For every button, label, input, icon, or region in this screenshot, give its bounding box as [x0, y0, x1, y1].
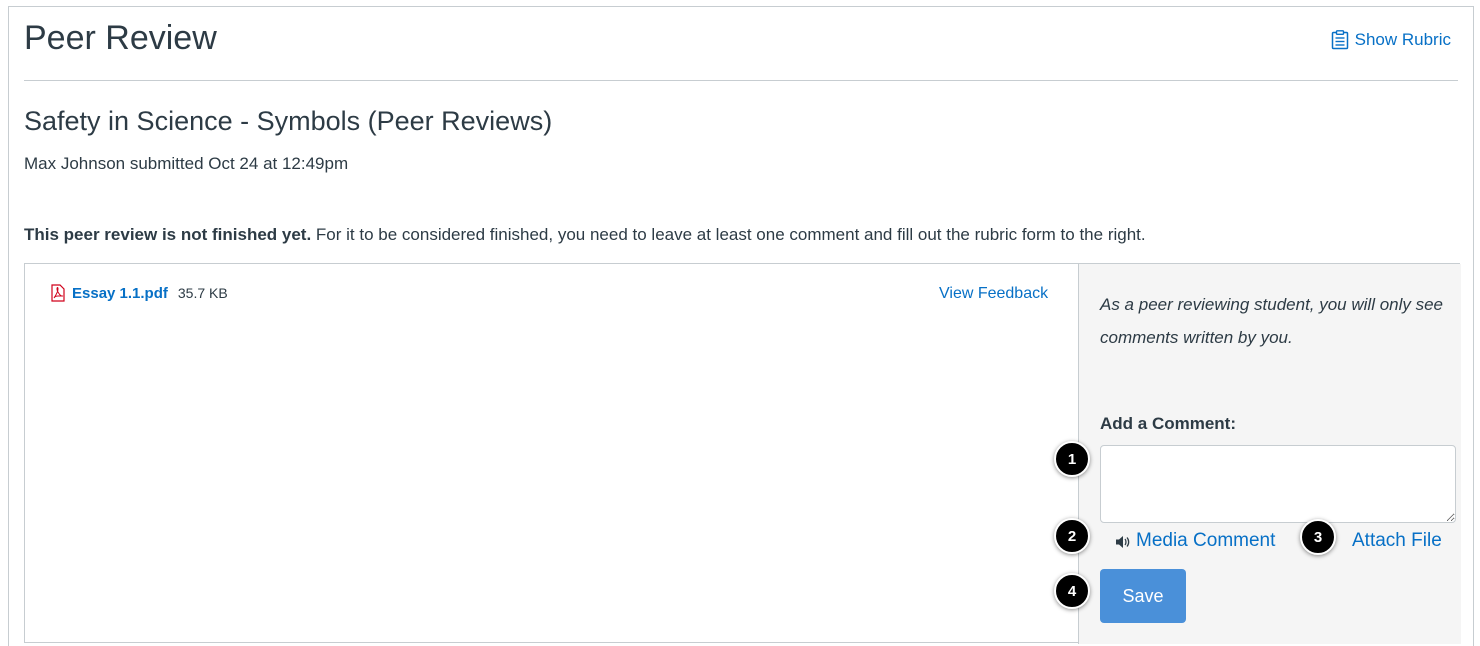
add-comment-label: Add a Comment:: [1100, 414, 1236, 433]
media-comment-link[interactable]: Media Comment: [1136, 530, 1275, 552]
callout-badge-1: 1: [1054, 441, 1090, 477]
review-container: Essay 1.1.pdf 35.7 KB View Feedback As a…: [24, 263, 1461, 644]
notice-text: For it to be considered finished, you ne…: [311, 225, 1146, 244]
header-divider: [24, 80, 1458, 81]
save-button[interactable]: Save: [1100, 569, 1186, 623]
file-link[interactable]: Essay 1.1.pdf: [72, 285, 168, 302]
callout-badge-3: 3: [1300, 519, 1336, 555]
comment-panel: As a peer reviewing student, you will on…: [1078, 264, 1461, 644]
submission-file: Essay 1.1.pdf 35.7 KB: [50, 284, 228, 302]
peer-review-notice: This peer review is not finished yet. Fo…: [24, 225, 1146, 245]
attach-file-link[interactable]: Attach File: [1352, 530, 1442, 552]
speaker-icon: [1116, 536, 1130, 548]
file-size: 35.7 KB: [177, 285, 228, 301]
peer-review-page: Peer Review Show Rubric Safety in Scienc…: [8, 6, 1474, 646]
comment-input[interactable]: [1100, 445, 1456, 523]
show-rubric-link[interactable]: Show Rubric: [1331, 30, 1451, 50]
clipboard-icon: [1331, 30, 1348, 50]
assignment-title: Safety in Science - Symbols (Peer Review…: [24, 106, 553, 136]
pdf-icon: [51, 284, 65, 302]
callout-badge-2: 2: [1054, 518, 1090, 554]
callout-badge-4: 4: [1054, 573, 1090, 609]
peer-review-note: As a peer reviewing student, you will on…: [1100, 295, 1444, 347]
view-feedback-link[interactable]: View Feedback: [939, 285, 1048, 303]
page-title: Peer Review: [24, 19, 217, 57]
notice-bold: This peer review is not finished yet.: [24, 225, 312, 244]
submission-info: Max Johnson submitted Oct 24 at 12:49pm: [24, 154, 349, 173]
show-rubric-label: Show Rubric: [1354, 30, 1451, 49]
